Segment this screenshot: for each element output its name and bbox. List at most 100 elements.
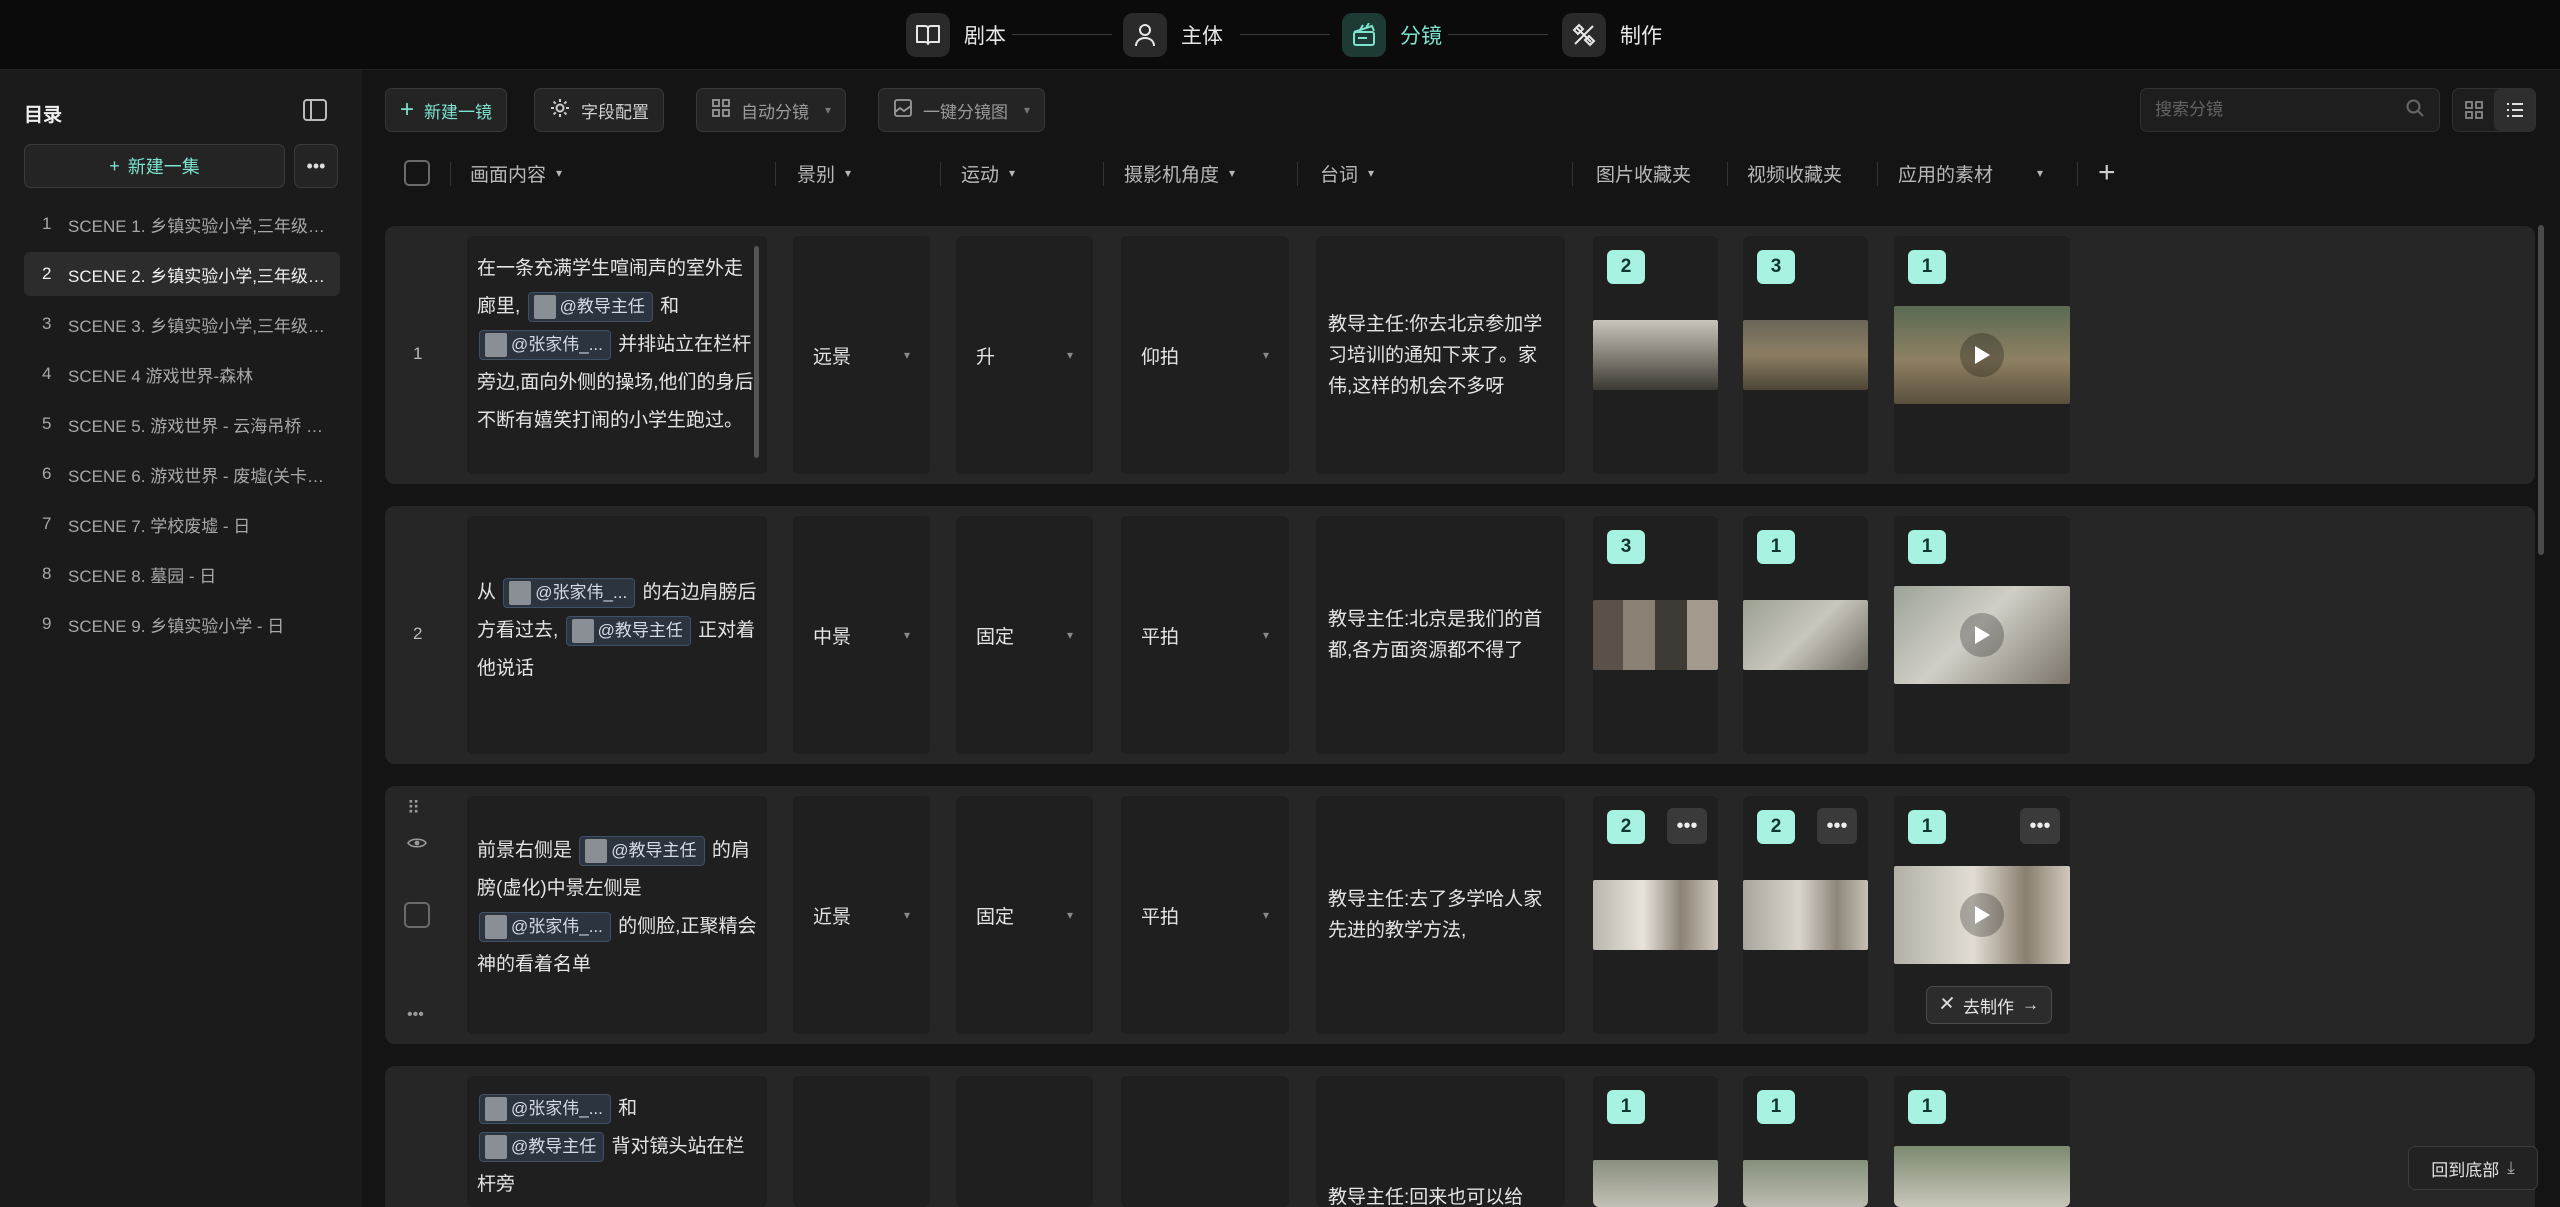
page-scrollbar[interactable] [2538,225,2544,555]
applied-asset-cell[interactable]: 1 ••• 去制作 → [1894,796,2070,1034]
mention-tag[interactable]: @教导主任 [565,615,691,646]
more-options-button[interactable]: ••• [1667,808,1707,844]
step-script[interactable]: 剧本 [906,13,1006,57]
mention-tag[interactable]: @教导主任 [579,835,705,866]
list-view-icon[interactable] [2494,89,2535,131]
back-to-bottom-button[interactable]: 回到底部 ⤓ [2408,1146,2538,1190]
dialogue-cell[interactable]: 教导主任:北京是我们的首都,各方面资源都不得了 [1316,516,1565,754]
motion-select[interactable]: 固定 ▾ [956,516,1093,754]
drag-handle-icon[interactable]: ⠿ [407,798,420,819]
column-header-dialogue[interactable]: 台词 ▾ [1320,158,1374,188]
video-thumbnail[interactable] [1743,600,1868,670]
step-production[interactable]: 制作 [1562,13,1662,57]
step-subject[interactable]: 主体 [1123,13,1223,57]
applied-thumbnail[interactable] [1894,866,2070,964]
scene-item[interactable]: 3 SCENE 3. 乡镇实验小学,三年级教室 - 日 [24,302,340,346]
applied-thumbnail[interactable] [1894,306,2070,404]
dialogue-cell[interactable]: 教导主任:回来也可以给 [1316,1076,1565,1207]
applied-asset-cell[interactable]: 1 [1894,516,2070,754]
scene-item[interactable]: 1 SCENE 1. 乡镇实验小学,三年级教室外走廊 - 日 [24,202,340,246]
shot-description[interactable]: 从 @张家伟_... 的右边肩膀后方看过去, @教导主任 正对着他说话 [467,516,767,754]
sidebar-more-button[interactable]: ••• [294,144,338,188]
grid-view-icon[interactable] [2453,89,2494,131]
video-thumbnail[interactable] [1743,1160,1868,1207]
motion-select[interactable]: 固定 ▾ [956,796,1093,1034]
angle-select[interactable]: 仰拍 ▾ [1121,236,1289,474]
mention-tag[interactable]: @教导主任 [479,1131,605,1162]
mention-tag[interactable]: @张家伟_... [479,329,611,360]
scene-item[interactable]: 4 SCENE 4 游戏世界-森林 [24,352,340,396]
search-icon[interactable] [2405,98,2425,123]
scene-item[interactable]: 9 SCENE 9. 乡镇实验小学 - 日 [24,602,340,646]
shot-size-select[interactable] [793,1076,930,1207]
column-header-content[interactable]: 画面内容 ▾ [470,158,562,188]
play-icon[interactable] [1960,893,2004,937]
shot-size-select[interactable]: 近景 ▾ [793,796,930,1034]
video-thumbnail[interactable] [1743,880,1868,950]
shot-size-select[interactable]: 中景 ▾ [793,516,930,754]
image-folder-cell[interactable]: 2 [1593,236,1718,474]
applied-thumbnail[interactable] [1894,1146,2070,1207]
row-checkbox[interactable] [404,902,430,928]
scene-item[interactable]: 8 SCENE 8. 墓园 - 日 [24,552,340,596]
image-thumbnail[interactable] [1593,320,1718,390]
step-storyboard[interactable]: 分镜 [1342,13,1442,57]
desc-scrollbar[interactable] [754,246,759,458]
scene-item-active[interactable]: 2 SCENE 2. 乡镇实验小学,三年级教室外走廊 - 日 [24,252,340,296]
motion-select[interactable]: 升 ▾ [956,236,1093,474]
motion-select[interactable] [956,1076,1093,1207]
scene-item[interactable]: 7 SCENE 7. 学校废墟 - 日 [24,502,340,546]
angle-select[interactable]: 平拍 ▾ [1121,516,1289,754]
image-folder-cell[interactable]: 3 [1593,516,1718,754]
column-header-motion[interactable]: 运动 ▾ [961,158,1015,188]
shot-description[interactable]: 在一条充满学生喧闹声的室外走廊里, @教导主任 和 @张家伟_... 并排站立在… [467,236,767,474]
applied-thumbnail[interactable] [1894,586,2070,684]
play-icon[interactable] [1960,613,2004,657]
shot-description[interactable]: 前景右侧是 @教导主任 的肩膀(虚化)中景左侧是 @张家伟_... 的侧脸,正聚… [467,796,767,1034]
video-folder-cell[interactable]: 3 [1743,236,1868,474]
image-thumbnail[interactable] [1593,1160,1718,1207]
video-thumbnail[interactable] [1743,320,1868,390]
shot-size-select[interactable]: 远景 ▾ [793,236,930,474]
dialogue-cell[interactable]: 教导主任:你去北京参加学习培训的通知下来了。家伟,这样的机会不多呀 [1316,236,1565,474]
new-episode-button[interactable]: + 新建一集 [24,144,285,188]
more-options-button[interactable]: ••• [1817,808,1857,844]
field-config-button[interactable]: 字段配置 [534,88,664,132]
shot-description[interactable]: @张家伟_... 和 @教导主任 背对镜头站在栏杆旁 [467,1076,767,1207]
angle-select[interactable]: 平拍 ▾ [1121,796,1289,1034]
applied-asset-cell[interactable]: 1 [1894,236,2070,474]
go-make-button[interactable]: 去制作 → [1926,986,2052,1024]
image-folder-cell[interactable]: 2 ••• [1593,796,1718,1034]
mention-tag[interactable]: @张家伟_... [503,577,636,608]
row-more-icon[interactable]: ••• [407,1006,424,1024]
eye-icon[interactable] [407,834,427,855]
image-folder-cell[interactable]: 1 [1593,1076,1718,1207]
scene-item[interactable]: 6 SCENE 6. 游戏世界 - 废墟(关卡) - 日 [24,452,340,496]
dialogue-cell[interactable]: 教导主任:去了多学哈人家先进的教学方法, [1316,796,1565,1034]
column-header-video-folder[interactable]: 视频收藏夹 [1747,158,1842,188]
more-options-button[interactable]: ••• [2020,808,2060,844]
video-folder-cell[interactable]: 1 [1743,1076,1868,1207]
mention-tag[interactable]: @教导主任 [527,291,653,322]
select-all-checkbox[interactable] [404,160,430,186]
mention-tag[interactable]: @张家伟_... [479,1093,611,1124]
column-header-shot-size[interactable]: 景别 ▾ [797,158,851,188]
sidebar-collapse-icon[interactable] [302,98,332,126]
applied-asset-cell[interactable]: 1 [1894,1076,2070,1207]
video-folder-cell[interactable]: 2 ••• [1743,796,1868,1034]
angle-select[interactable] [1121,1076,1289,1207]
play-icon[interactable] [1960,333,2004,377]
one-click-storyboard-button[interactable]: 一键分镜图 ▾ [878,88,1046,132]
new-shot-button[interactable]: + 新建一镜 [385,88,508,132]
search-input[interactable] [2155,100,2385,120]
mention-tag[interactable]: @张家伟_... [479,911,611,942]
add-column-button[interactable]: + [2098,158,2116,188]
image-thumbnail[interactable] [1593,880,1718,950]
video-folder-cell[interactable]: 1 [1743,516,1868,754]
column-header-angle[interactable]: 摄影机角度 ▾ [1124,158,1235,188]
column-header-applied[interactable]: 应用的素材 ▾ [1898,158,2043,188]
auto-split-button[interactable]: 自动分镜 ▾ [696,88,847,132]
scene-item[interactable]: 5 SCENE 5. 游戏世界 - 云海吊桥 - 日 [24,402,340,446]
column-header-image-folder[interactable]: 图片收藏夹 [1596,158,1691,188]
image-thumbnail[interactable] [1593,600,1718,670]
